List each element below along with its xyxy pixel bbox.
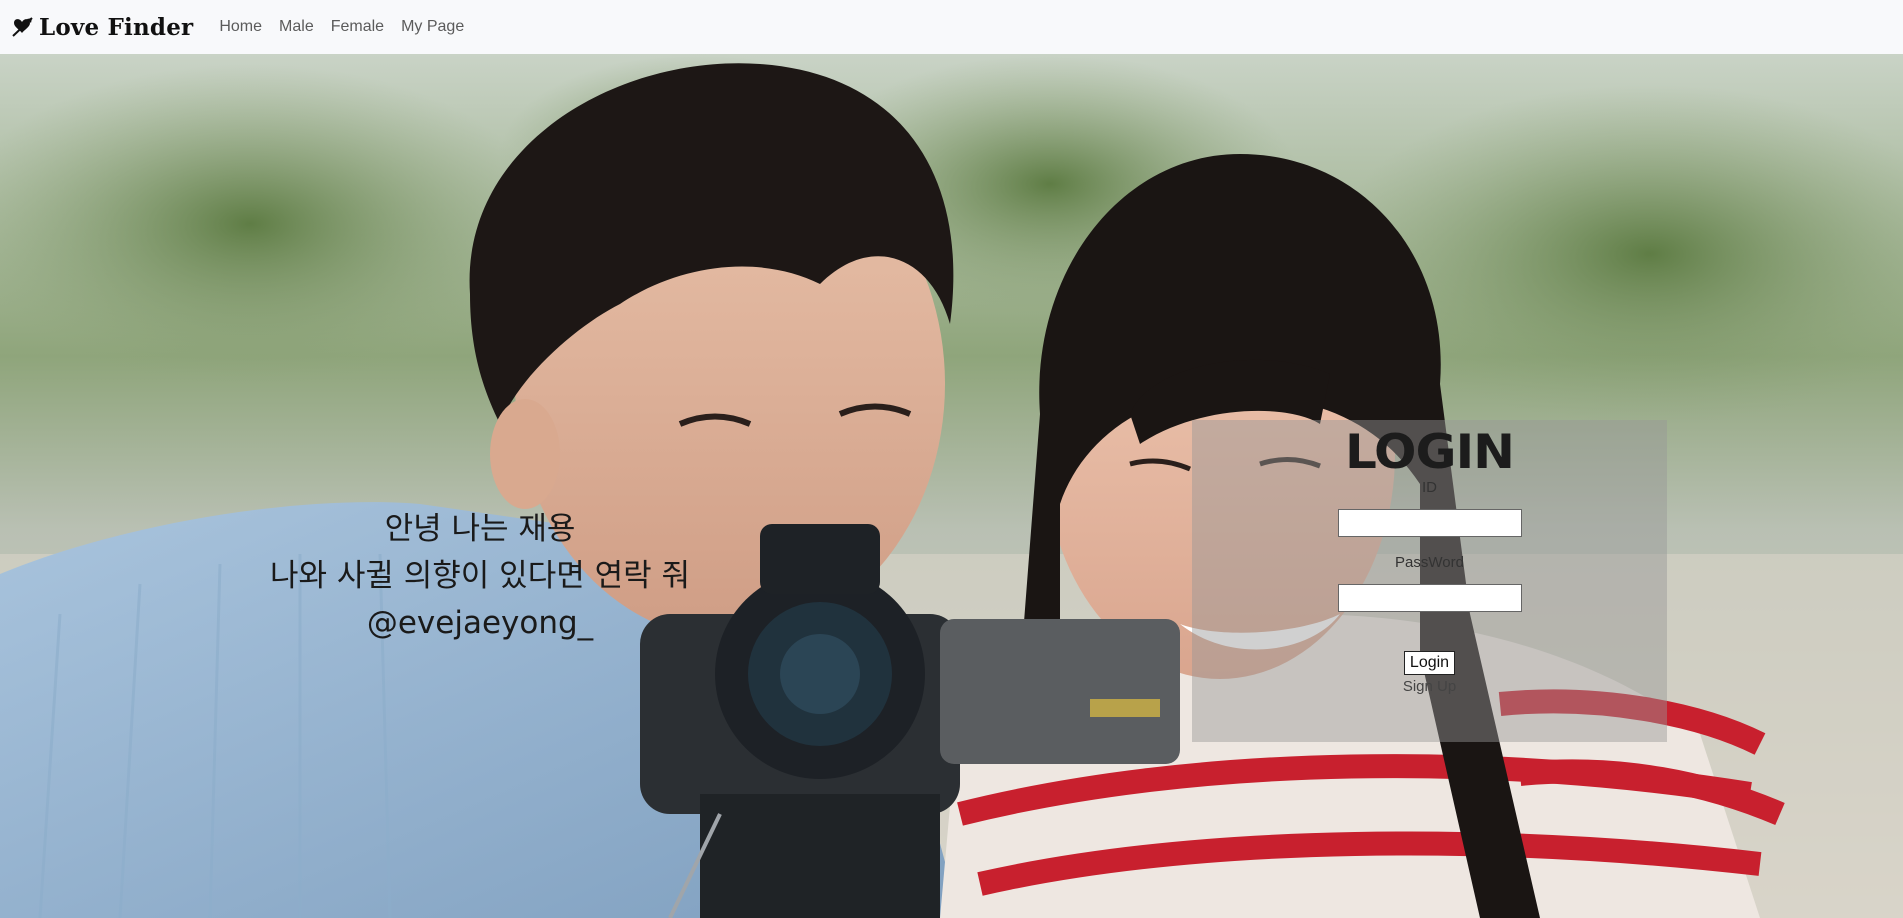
brand-name: Love Finder	[39, 13, 194, 41]
nav-male[interactable]: Male	[279, 18, 314, 36]
greeting-text: 안녕 나는 재용 나와 사귈 의향이 있다면 연락 줘 @evejaeyong_	[230, 506, 730, 647]
id-label: ID	[1422, 479, 1437, 496]
password-label: PassWord	[1395, 554, 1464, 571]
nav-my-page[interactable]: My Page	[401, 18, 464, 36]
greeting-line-2: 나와 사귈 의향이 있다면 연락 줘	[269, 558, 691, 594]
hero-section: 안녕 나는 재용 나와 사귈 의향이 있다면 연락 줘 @evejaeyong_…	[0, 54, 1903, 918]
id-input[interactable]	[1337, 509, 1522, 537]
password-input[interactable]	[1337, 584, 1522, 612]
nav-female[interactable]: Female	[331, 18, 384, 36]
sign-up-link[interactable]: Sign Up	[1192, 678, 1667, 695]
login-button[interactable]: Login	[1403, 651, 1456, 675]
instagram-handle: @evejaeyong_	[366, 605, 594, 641]
greeting-line-1: 안녕 나는 재용	[384, 511, 576, 547]
login-title: LOGIN	[1344, 424, 1515, 480]
top-navbar: Love Finder Home Male Female My Page	[0, 0, 1903, 54]
login-panel: LOGIN ID PassWord Login Sign Up	[1192, 420, 1667, 742]
cupid-heart-icon	[12, 16, 34, 38]
brand-link[interactable]: Love Finder	[12, 14, 193, 41]
nav-home[interactable]: Home	[219, 18, 262, 36]
